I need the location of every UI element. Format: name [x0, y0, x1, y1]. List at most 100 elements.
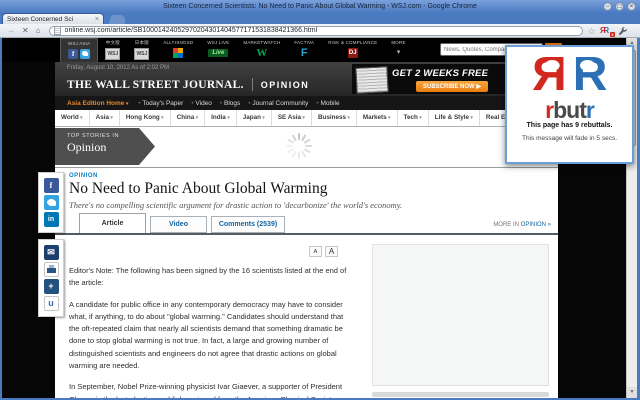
paragraph: Editor's Note: The following has been si…: [69, 265, 355, 290]
twitter-share-icon[interactable]: [44, 195, 59, 210]
marketwatch-icon: W: [256, 47, 267, 59]
article-kicker[interactable]: OPINION: [69, 173, 98, 179]
new-tab-button[interactable]: [109, 15, 128, 24]
ad-newspaper-thumb: [355, 66, 388, 94]
subnav-item-blogs[interactable]: Blogs: [220, 100, 240, 107]
nav-item-world[interactable]: World: [55, 110, 90, 126]
nav-item-business[interactable]: Business: [312, 110, 357, 126]
dateline: Friday, August 10, 2012 As of 2:02 PM: [67, 65, 169, 71]
divider: [252, 78, 253, 91]
portal-item-risk-compliance[interactable]: RISK & COMPLIANCE DJ: [321, 38, 384, 62]
fade-notice-text: This message will fade in 5 secs.: [507, 135, 632, 142]
sidebar-divider: [372, 392, 549, 397]
subnav-item-mobile[interactable]: Mobile: [316, 100, 339, 107]
top-stories-flag: TOP STORIES IN Opinion: [55, 128, 155, 165]
rbutr-extension-icon[interactable]: RR 9: [600, 25, 613, 36]
paragraph: In September, Nobel Prize-winning physic…: [69, 381, 355, 398]
rbutr-wordmark: rbutr: [507, 99, 632, 121]
nav-item-life-style[interactable]: Life & Style: [429, 110, 480, 126]
paragraph: A candidate for public office in any con…: [69, 299, 355, 373]
article-body: Editor's Note: The following has been si…: [69, 265, 355, 398]
facebook-share-icon[interactable]: f: [44, 178, 59, 193]
article-deck: There's no compelling scientific argumen…: [69, 200, 529, 210]
tab-article[interactable]: Article: [79, 213, 146, 233]
subscribe-now-button[interactable]: SUBSCRIBE NOW ▶: [416, 81, 488, 92]
more-in-opinion-link[interactable]: MORE IN OPINION »: [493, 222, 551, 228]
stumbleupon-icon[interactable]: u: [44, 296, 59, 311]
tab-strip: Sixteen Concerned Sci ×: [0, 13, 640, 24]
print-icon[interactable]: [44, 262, 59, 277]
address-bar[interactable]: online.wsj.com/article/SB100014240529702…: [49, 26, 583, 36]
sub-nav: Asia Edition Home Today's Paper Video Bl…: [55, 96, 558, 110]
browser-toolbar: → ✕ ⌂ online.wsj.com/article/SB100014240…: [0, 24, 640, 38]
wrench-menu-icon[interactable]: [618, 26, 628, 36]
font-size-large-button[interactable]: A: [325, 246, 338, 257]
window-titlebar: Sixteen Concerned Scientists: No Need to…: [0, 0, 640, 13]
font-size-small-button[interactable]: A: [309, 246, 322, 257]
nav-item-tech[interactable]: Tech: [398, 110, 429, 126]
browser-window: Sixteen Concerned Scientists: No Need to…: [0, 0, 640, 400]
forward-icon[interactable]: →: [7, 24, 15, 37]
subnav-item-video[interactable]: Video: [191, 100, 212, 107]
wsj-page: WSJ ASIA f 中文版 WSJ 日本版 WSJ ALLTHINGSD WS…: [2, 38, 637, 398]
bookmark-star-icon[interactable]: ☆: [588, 25, 596, 37]
subnav-item-todays-paper[interactable]: Today's Paper: [138, 100, 183, 107]
tab-close-icon[interactable]: ×: [95, 16, 99, 23]
browser-tab[interactable]: Sixteen Concerned Sci ×: [2, 13, 104, 24]
wsj-box-icon: WSJ: [134, 48, 149, 60]
url-text: online.wsj.com/article/SB100014240529702…: [65, 27, 318, 34]
tab-title: Sixteen Concerned Sci: [7, 16, 92, 23]
email-icon[interactable]: ✉: [44, 245, 59, 260]
rbutr-logo: R R: [507, 51, 632, 103]
twitter-icon[interactable]: [80, 49, 90, 59]
factiva-icon: F: [301, 47, 308, 59]
rbutr-badge: 9: [610, 32, 614, 37]
portal-item-marketwatch[interactable]: MARKETWATCH W: [236, 38, 287, 62]
nav-item-china[interactable]: China: [171, 110, 205, 126]
facebook-icon[interactable]: f: [68, 49, 78, 59]
tab-comments[interactable]: Comments (2539): [211, 216, 285, 233]
stop-icon[interactable]: ✕: [22, 24, 29, 37]
home-icon[interactable]: ⌂: [36, 24, 41, 37]
portal-item-japanese[interactable]: 日本版 WSJ: [127, 38, 156, 62]
speech-bubble-icon: [544, 60, 559, 71]
top-stories-strip: TOP STORIES IN Opinion: [55, 127, 558, 167]
portal-item-allthingsd[interactable]: ALLTHINGSD: [156, 38, 200, 62]
chevron-down-icon: ▾: [397, 48, 401, 58]
portal-item-chinese[interactable]: 中文版 WSJ: [98, 38, 127, 62]
nav-item-india[interactable]: India: [205, 110, 237, 126]
nav-item-hong-kong[interactable]: Hong Kong: [120, 110, 171, 126]
main-nav: World Asia Hong Kong China India Japan S…: [55, 110, 558, 127]
rbutr-popup: R R rbutr This page has 9 rebuttals. Thi…: [505, 45, 634, 164]
maximize-icon[interactable]: □: [615, 2, 624, 11]
article-section: OPINION No Need to Panic About Global Wa…: [55, 167, 558, 398]
page-icon: [54, 26, 61, 35]
scroll-down-icon[interactable]: ▼: [627, 387, 637, 398]
loading-spinner-icon: [285, 132, 313, 160]
subnav-item-journal-community[interactable]: Journal Community: [248, 100, 308, 107]
article-headline: No Need to Panic About Global Warming: [69, 180, 509, 198]
linkedin-share-icon[interactable]: in: [44, 212, 59, 227]
window-title: Sixteen Concerned Scientists: No Need to…: [163, 3, 477, 10]
masthead: Friday, August 10, 2012 As of 2:02 PM TH…: [55, 62, 558, 96]
tab-video[interactable]: Video: [150, 216, 207, 233]
save-icon[interactable]: +: [44, 279, 59, 294]
section-label: OPINION: [261, 80, 310, 90]
portal-item-wsj-asia[interactable]: WSJ ASIA f: [60, 38, 98, 62]
speech-bubble-icon: [580, 60, 595, 71]
rebuttal-count-text[interactable]: This page has 9 rebuttals.: [507, 122, 632, 129]
wsj-live-icon: Live: [208, 49, 228, 57]
nav-item-japan[interactable]: Japan: [237, 110, 272, 126]
edition-menu[interactable]: Asia Edition Home: [67, 100, 128, 107]
close-icon[interactable]: ×: [627, 2, 636, 11]
nav-item-se-asia[interactable]: SE Asia: [272, 110, 312, 126]
portal-item-factiva[interactable]: FACTIVA F: [287, 38, 321, 62]
portal-item-wsj-live[interactable]: WSJ LIVE Live: [200, 38, 236, 62]
portal-item-more[interactable]: MORE ▾: [384, 38, 412, 62]
allthingsd-grid-icon: [173, 48, 183, 58]
sidebar-loading-panel: [372, 244, 549, 386]
nav-item-markets[interactable]: Markets: [357, 110, 398, 126]
nav-item-asia[interactable]: Asia: [90, 110, 120, 126]
minimize-icon[interactable]: −: [603, 2, 612, 11]
wsj-logo[interactable]: THE WALL STREET JOURNAL.: [67, 79, 244, 91]
